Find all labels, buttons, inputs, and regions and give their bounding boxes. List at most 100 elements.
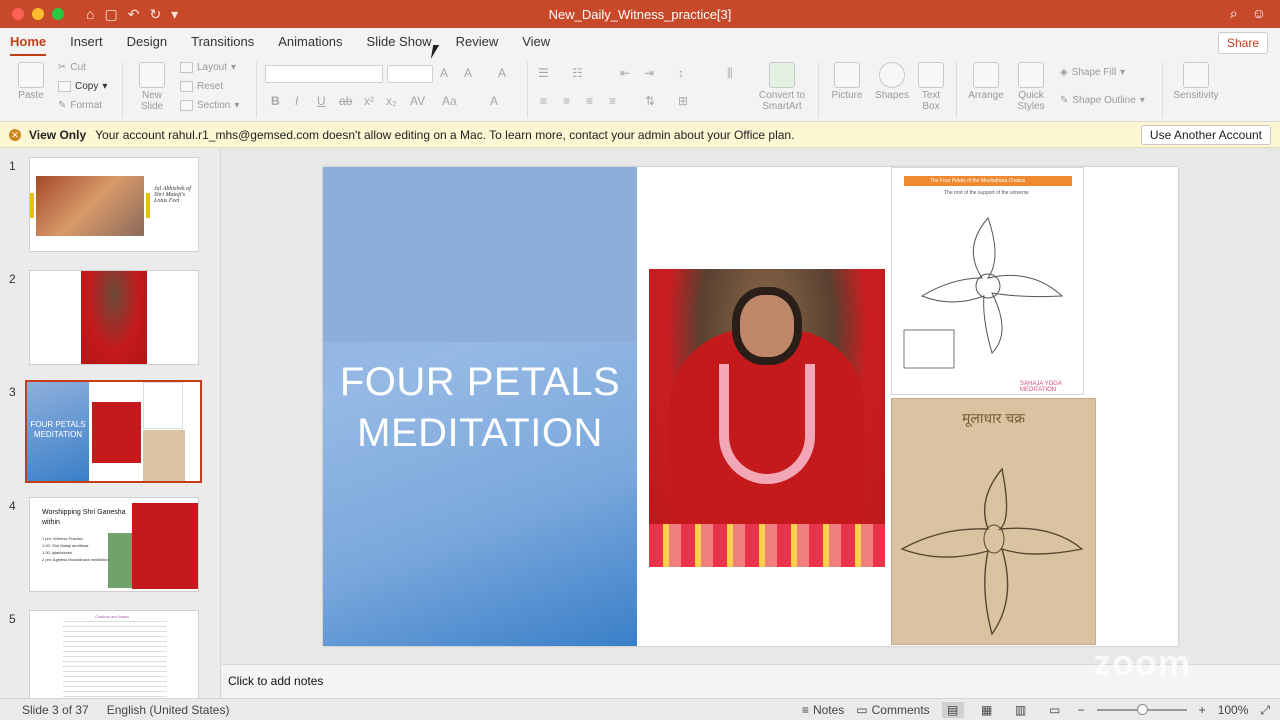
increase-font-icon[interactable]: A (440, 66, 448, 80)
line-spacing-icon[interactable]: ↕ (678, 66, 684, 80)
increase-indent-icon[interactable]: ⇥ (644, 66, 654, 80)
sensitivity-button[interactable]: Sensitivity (1170, 62, 1222, 101)
zoom-level[interactable]: 100% (1218, 703, 1249, 717)
text-direction-icon[interactable]: ⇅ (645, 94, 655, 108)
align-left-icon[interactable]: ≡ (540, 94, 547, 108)
shape-fill-button[interactable]: ◈ Shape Fill ▾ (1060, 67, 1125, 78)
smiley-icon[interactable]: ☺ (1252, 5, 1266, 22)
paste-button[interactable]: Paste (14, 62, 48, 101)
align-text-icon[interactable]: ⊞ (678, 94, 688, 108)
notes-placeholder: Click to add notes (228, 674, 324, 688)
zoom-slider-thumb[interactable] (1136, 704, 1148, 715)
shapes-button[interactable]: Shapes (872, 62, 912, 101)
zoom-slider[interactable] (1096, 704, 1187, 715)
zoom-window-button[interactable] (52, 8, 64, 20)
picture-label: Picture (831, 90, 863, 101)
share-button[interactable]: Share (1217, 32, 1268, 54)
customize-toolbar-icon[interactable]: ▾ (171, 6, 178, 23)
decrease-indent-icon[interactable]: ⇤ (620, 66, 630, 80)
zoom-in-icon[interactable]: + (1199, 703, 1206, 717)
reset-button[interactable]: Reset (180, 81, 223, 92)
zoom-out-icon[interactable]: − (1078, 703, 1085, 717)
shri-mataji-photo[interactable] (649, 269, 885, 567)
shape-outline-button[interactable]: ✎ Shape Outline ▾ (1060, 95, 1145, 106)
tab-slide-show[interactable]: Slide Show (367, 34, 432, 56)
new-slide-icon (139, 62, 165, 88)
photo-garland (719, 364, 815, 484)
fit-to-window-icon[interactable]: ⤢ (1260, 703, 1270, 718)
subscript-icon[interactable]: x₂ (386, 94, 397, 108)
slide-thumbnail-3[interactable]: FOUR PETALS MEDITATION (25, 380, 202, 483)
tab-view[interactable]: View (522, 34, 550, 56)
cut-button[interactable]: ✂ Cut (58, 62, 86, 73)
character-spacing-icon[interactable]: AV (410, 94, 425, 108)
handwritten-diagram (900, 467, 1084, 636)
strikethrough-icon[interactable]: ab (339, 94, 352, 108)
arrange-button[interactable]: Arrange (966, 62, 1006, 101)
slide-thumbnail-5[interactable]: Chakras and Nadis (29, 610, 199, 698)
slide-title[interactable]: FOUR PETALS MEDITATION (323, 357, 637, 459)
font-size-select[interactable] (387, 65, 433, 83)
bold-icon[interactable]: B (271, 94, 280, 108)
thumbnail-bullet: 1 pm: Witness Practice (42, 536, 83, 541)
redo-icon[interactable]: ↻ (149, 6, 161, 23)
tab-transitions[interactable]: Transitions (191, 34, 254, 56)
picture-button[interactable]: Picture (828, 62, 866, 101)
thumbnail-ganesha-image (108, 533, 132, 588)
slide-sorter-icon[interactable]: ▦ (976, 702, 998, 718)
language-indicator[interactable]: English (United States) (107, 703, 230, 717)
tab-home[interactable]: Home (10, 34, 47, 56)
slide-thumbnail-2[interactable] (29, 270, 199, 365)
text-box-button[interactable]: Text Box (916, 62, 946, 112)
clear-format-icon[interactable]: A (498, 66, 506, 80)
comments-button[interactable]: ▭ Comments (856, 703, 929, 717)
normal-view-icon[interactable]: ▤ (941, 702, 964, 718)
slide-thumbnail-1[interactable]: Jal Abhishek of Shri Mataji's Lotus Feet (29, 157, 199, 252)
tab-insert[interactable]: Insert (70, 34, 103, 56)
four-petals-chart-image[interactable]: The Four Petals of the Mooladhara Chakra… (891, 167, 1084, 395)
tab-animations[interactable]: Animations (278, 34, 342, 56)
reading-view-icon[interactable]: ▥ (1010, 702, 1032, 718)
change-case-icon[interactable]: Aa (442, 94, 457, 108)
font-color-icon[interactable]: A (490, 94, 498, 108)
home-icon[interactable]: ⌂ (86, 6, 94, 22)
quick-styles-button[interactable]: Quick Styles (1012, 62, 1050, 112)
align-right-icon[interactable]: ≡ (586, 94, 593, 108)
superscript-icon[interactable]: x² (364, 94, 374, 108)
save-icon[interactable]: ▢ (104, 6, 117, 23)
undo-icon[interactable]: ↶ (128, 6, 140, 23)
underline-icon[interactable]: U (317, 94, 326, 108)
section-button[interactable]: Section ▾ (180, 100, 239, 111)
handwritten-mooladhara-chart[interactable]: मूलाधार चक्र (891, 398, 1096, 645)
numbering-icon[interactable]: ☷ (572, 66, 583, 80)
slide-thumbnail-4[interactable]: Worshipping Shri Ganesha within 1 pm: Wi… (29, 497, 199, 592)
decrease-font-icon[interactable]: A (464, 66, 472, 80)
notes-button[interactable]: ≡ Notes (802, 703, 844, 717)
columns-icon[interactable]: ⫼ (727, 66, 733, 81)
slide-thumbnail-pane: 1 Jal Abhishek of Shri Mataji's Lotus Fe… (0, 148, 221, 698)
use-another-account-button[interactable]: Use Another Account (1140, 125, 1271, 145)
font-name-select[interactable] (265, 65, 383, 83)
minimize-window-button[interactable] (32, 8, 44, 20)
italic-icon[interactable]: I (295, 94, 298, 108)
search-icon[interactable]: ⌕ (1230, 5, 1238, 22)
align-center-icon[interactable]: ≡ (563, 94, 570, 108)
thumbnail-number: 1 (9, 159, 16, 173)
close-message-icon[interactable]: ✕ (9, 128, 21, 141)
current-slide[interactable]: FOUR PETALS MEDITATION The Four Petals o… (323, 167, 1178, 646)
tab-design[interactable]: Design (127, 34, 167, 56)
convert-smartart-button[interactable]: Convert to SmartArt (755, 62, 809, 112)
justify-icon[interactable]: ≡ (609, 94, 616, 108)
layout-button[interactable]: Layout ▾ (180, 62, 236, 73)
thumbnail-chart (143, 430, 185, 481)
format-painter-button[interactable]: ✎ Format (58, 100, 102, 111)
format-label: Format (70, 100, 103, 111)
slideshow-icon[interactable]: ▭ (1044, 702, 1066, 718)
close-window-button[interactable] (12, 8, 24, 20)
tab-review[interactable]: Review (456, 34, 499, 56)
ribbon: Paste ✂ Cut Copy ▾ ✎ Format New Slide Layo… (0, 56, 1280, 122)
copy-button[interactable]: Copy ▾ (58, 81, 107, 92)
convert-label: Convert to SmartArt (758, 90, 806, 112)
bullets-icon[interactable]: ☰ (538, 66, 549, 80)
new-slide-button[interactable]: New Slide (134, 62, 170, 112)
